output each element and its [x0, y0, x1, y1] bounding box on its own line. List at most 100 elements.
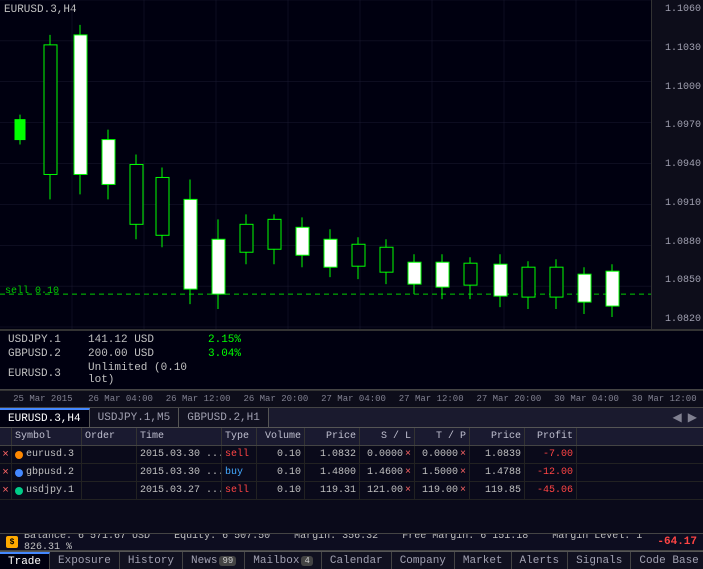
time-label-0: 25 Mar 2015: [4, 394, 82, 404]
info-value-0: 141.12 USD: [88, 334, 208, 346]
balance-profit: -64.17: [657, 536, 697, 548]
trade-table-area: Symbol Order Time Type Volume Price S / …: [0, 428, 703, 533]
tab-eurusd-h4[interactable]: EURUSD.3,H4: [0, 408, 90, 427]
price-label-1: 1.1030: [654, 43, 701, 54]
free-margin-label: Free Margin:: [402, 533, 474, 542]
td-sl-2: 121.00 ×: [360, 482, 415, 499]
th-sl: S / L: [360, 428, 415, 445]
price-label-3: 1.0970: [654, 120, 701, 131]
td-price2-2: 119.85: [470, 482, 525, 499]
tab-calendar[interactable]: Calendar: [322, 552, 392, 569]
tab-mailbox[interactable]: Mailbox 4: [245, 552, 322, 569]
mailbox-badge: 4: [301, 556, 312, 566]
time-axis: 25 Mar 2015 26 Mar 04:00 26 Mar 12:00 26…: [0, 390, 703, 408]
td-order-0: [82, 446, 137, 463]
tab-trade[interactable]: Trade: [0, 552, 50, 569]
sell-line-label: sell 0.10: [5, 286, 59, 297]
th-symbol: Symbol: [12, 428, 82, 445]
chart-tab-bar: EURUSD.3,H4 USDJPY.1,M5 GBPUSD.2,H1 ◀ ▶: [0, 408, 703, 428]
tab-market[interactable]: Market: [455, 552, 512, 569]
margin-level-label: Margin Level:: [552, 533, 630, 542]
news-badge: 99: [219, 556, 236, 566]
td-tp-2: 119.00 ×: [415, 482, 470, 499]
balance-bar: $ Balance: 6 571.67 USD Equity: 6 507.50…: [0, 533, 703, 551]
trade-table-header: Symbol Order Time Type Volume Price S / …: [0, 428, 703, 446]
time-label-6: 27 Mar 20:00: [470, 394, 548, 404]
tab-scroll-buttons: ◀ ▶: [667, 408, 703, 427]
td-volume-1: 0.10: [257, 464, 305, 481]
th-price2: Price: [470, 428, 525, 445]
tab-scroll-right[interactable]: ▶: [686, 410, 699, 425]
td-volume-0: 0.10: [257, 446, 305, 463]
time-label-1: 26 Mar 04:00: [82, 394, 160, 404]
th-order: Order: [82, 428, 137, 445]
balance-icon: $: [6, 536, 18, 548]
info-value-2: Unlimited (0.10 lot): [88, 362, 208, 386]
th-close: [0, 428, 12, 445]
th-time: Time: [137, 428, 222, 445]
td-price2-1: 1.4788: [470, 464, 525, 481]
tp-close-0[interactable]: ×: [460, 449, 466, 460]
sl-close-0[interactable]: ×: [405, 449, 411, 460]
tab-signals[interactable]: Signals: [568, 552, 631, 569]
price-label-4: 1.0940: [654, 159, 701, 170]
td-price-2: 119.31: [305, 482, 360, 499]
sl-close-1[interactable]: ×: [405, 467, 411, 478]
th-price: Price: [305, 428, 360, 445]
tab-alerts[interactable]: Alerts: [512, 552, 569, 569]
info-symbol-2: EURUSD.3: [8, 368, 88, 380]
td-symbol-2: usdjpy.1: [12, 482, 82, 499]
info-row-2: EURUSD.3 Unlimited (0.10 lot): [8, 362, 695, 386]
info-row-1: GBPUSD.2 200.00 USD 3.04%: [8, 348, 695, 360]
tab-scroll-left[interactable]: ◀: [671, 410, 684, 425]
time-label-4: 27 Mar 04:00: [315, 394, 393, 404]
chart-area: EURUSD.3,H4: [0, 0, 703, 330]
td-price-1: 1.4800: [305, 464, 360, 481]
th-tp: T / P: [415, 428, 470, 445]
info-symbol-1: GBPUSD.2: [8, 348, 88, 360]
td-close-2[interactable]: ×: [0, 482, 12, 499]
price-label-0: 1.1060: [654, 4, 701, 15]
th-profit: Profit: [525, 428, 577, 445]
tab-history[interactable]: History: [120, 552, 183, 569]
td-profit-0: -7.00: [525, 446, 577, 463]
price-label-5: 1.0910: [654, 198, 701, 209]
tab-news[interactable]: News 99: [183, 552, 245, 569]
free-margin-value: 6 151.18: [480, 533, 528, 542]
tp-close-2[interactable]: ×: [460, 485, 466, 496]
time-label-2: 26 Mar 12:00: [159, 394, 237, 404]
td-time-1: 2015.03.30 ...: [137, 464, 222, 481]
time-label-3: 26 Mar 20:00: [237, 394, 315, 404]
tab-company[interactable]: Company: [392, 552, 455, 569]
td-tp-0: 0.0000 ×: [415, 446, 470, 463]
info-pct-0: 2.15%: [208, 334, 241, 346]
td-type-2: sell: [222, 482, 257, 499]
td-profit-1: -12.00: [525, 464, 577, 481]
trade-row-1: × gbpusd.2 2015.03.30 ... buy 0.10 1.480…: [0, 464, 703, 482]
time-label-8: 30 Mar 12:00: [625, 394, 703, 404]
th-type: Type: [222, 428, 257, 445]
td-volume-2: 0.10: [257, 482, 305, 499]
td-symbol-0: eurusd.3: [12, 446, 82, 463]
tab-usdjpy-m5[interactable]: USDJPY.1,M5: [90, 408, 180, 427]
price-label-7: 1.0850: [654, 275, 701, 286]
chart-svg: [0, 0, 651, 329]
bottom-tab-bar: Trade Exposure History News 99 Mailbox 4…: [0, 551, 703, 569]
td-time-2: 2015.03.27 ...: [137, 482, 222, 499]
trade-row-0: × eurusd.3 2015.03.30 ... sell 0.10 1.08…: [0, 446, 703, 464]
td-close-1[interactable]: ×: [0, 464, 12, 481]
margin-label: Margin:: [294, 533, 336, 542]
tab-gbpusd-h1[interactable]: GBPUSD.2,H1: [179, 408, 269, 427]
price-label-6: 1.0880: [654, 237, 701, 248]
td-type-1: buy: [222, 464, 257, 481]
tab-codebase[interactable]: Code Base: [631, 552, 703, 569]
price-label-2: 1.1000: [654, 82, 701, 93]
tp-close-1[interactable]: ×: [460, 467, 466, 478]
td-price2-0: 1.0839: [470, 446, 525, 463]
sl-close-2[interactable]: ×: [405, 485, 411, 496]
margin-value: 356.32: [342, 533, 378, 542]
tab-exposure[interactable]: Exposure: [50, 552, 120, 569]
balance-label: Balance:: [24, 533, 72, 542]
td-close-0[interactable]: ×: [0, 446, 12, 463]
equity-label: Equity:: [174, 533, 216, 542]
